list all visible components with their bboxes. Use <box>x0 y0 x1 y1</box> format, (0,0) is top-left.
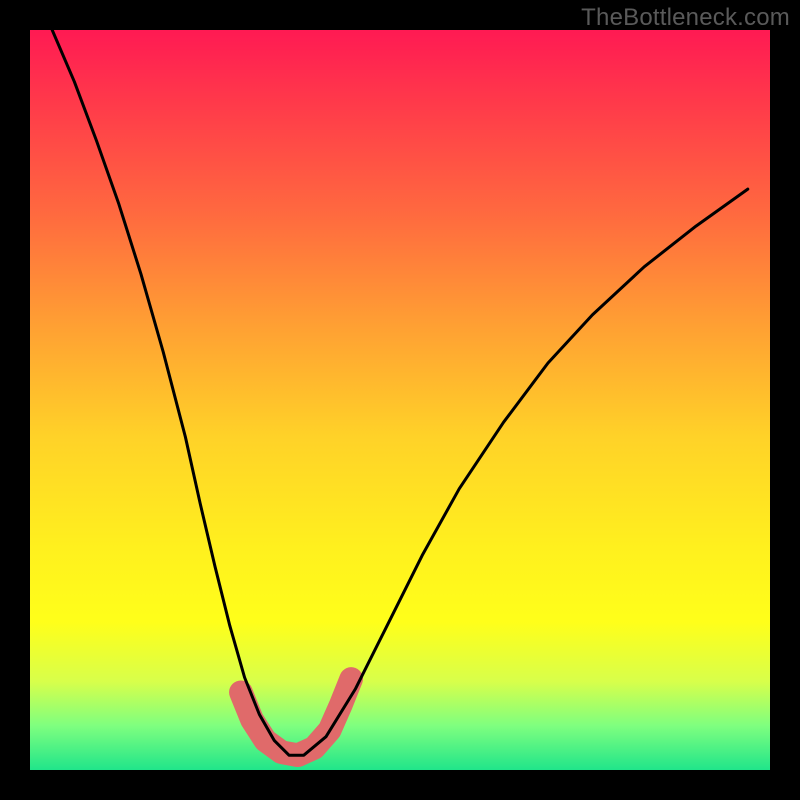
chart-plot <box>30 30 770 770</box>
chart-frame <box>30 30 770 770</box>
marker-bumps <box>241 679 351 755</box>
watermark-text: TheBottleneck.com <box>581 4 790 32</box>
main-curve <box>52 30 748 755</box>
